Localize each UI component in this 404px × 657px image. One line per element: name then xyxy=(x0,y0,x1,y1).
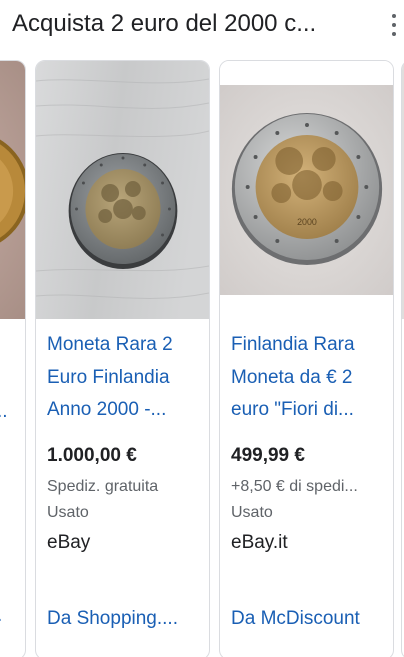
page-title: Acquista 2 euro del 2000 c... xyxy=(12,10,317,37)
header: Acquista 2 euro del 2000 c... xyxy=(0,0,404,52)
truncated-title: .. xyxy=(0,401,8,422)
svg-text:2000: 2000 xyxy=(297,217,317,227)
more-vert-icon[interactable] xyxy=(390,14,398,36)
product-title[interactable]: Finlandia Rara Moneta da € 2 euro "Fiori… xyxy=(231,329,387,427)
product-condition: Usato xyxy=(231,504,273,521)
product-price: 1.000,00 € xyxy=(47,445,137,466)
product-shipping: +8,50 € di spedi... xyxy=(231,478,358,495)
product-source-link[interactable]: Da Shopping.... xyxy=(47,605,203,633)
product-price: 499,99 € xyxy=(231,445,305,466)
product-carousel[interactable]: .. . xyxy=(0,52,404,657)
dot xyxy=(392,32,396,36)
product-seller: eBay xyxy=(47,532,91,553)
product-image[interactable]: 2000 xyxy=(220,61,393,319)
product-condition: Usato xyxy=(47,504,89,521)
product-title[interactable]: Moneta Rara 2 Euro Finlandia Anno 2000 -… xyxy=(47,329,203,427)
dot xyxy=(392,14,396,18)
truncated-source: . xyxy=(0,605,2,627)
product-card[interactable]: 2000 Finlandia Rara Moneta da € 2 euro "… xyxy=(219,60,394,657)
product-card-partial-left[interactable]: .. . xyxy=(0,60,26,657)
product-shipping: Spediz. gratuita xyxy=(47,478,159,495)
dot xyxy=(392,23,396,27)
product-seller: eBay.it xyxy=(231,532,288,553)
product-source-link[interactable]: Da McDiscount xyxy=(231,605,387,633)
product-image[interactable] xyxy=(36,61,209,319)
product-card[interactable]: Moneta Rara 2 Euro Finlandia Anno 2000 -… xyxy=(35,60,210,657)
product-image xyxy=(0,61,25,319)
